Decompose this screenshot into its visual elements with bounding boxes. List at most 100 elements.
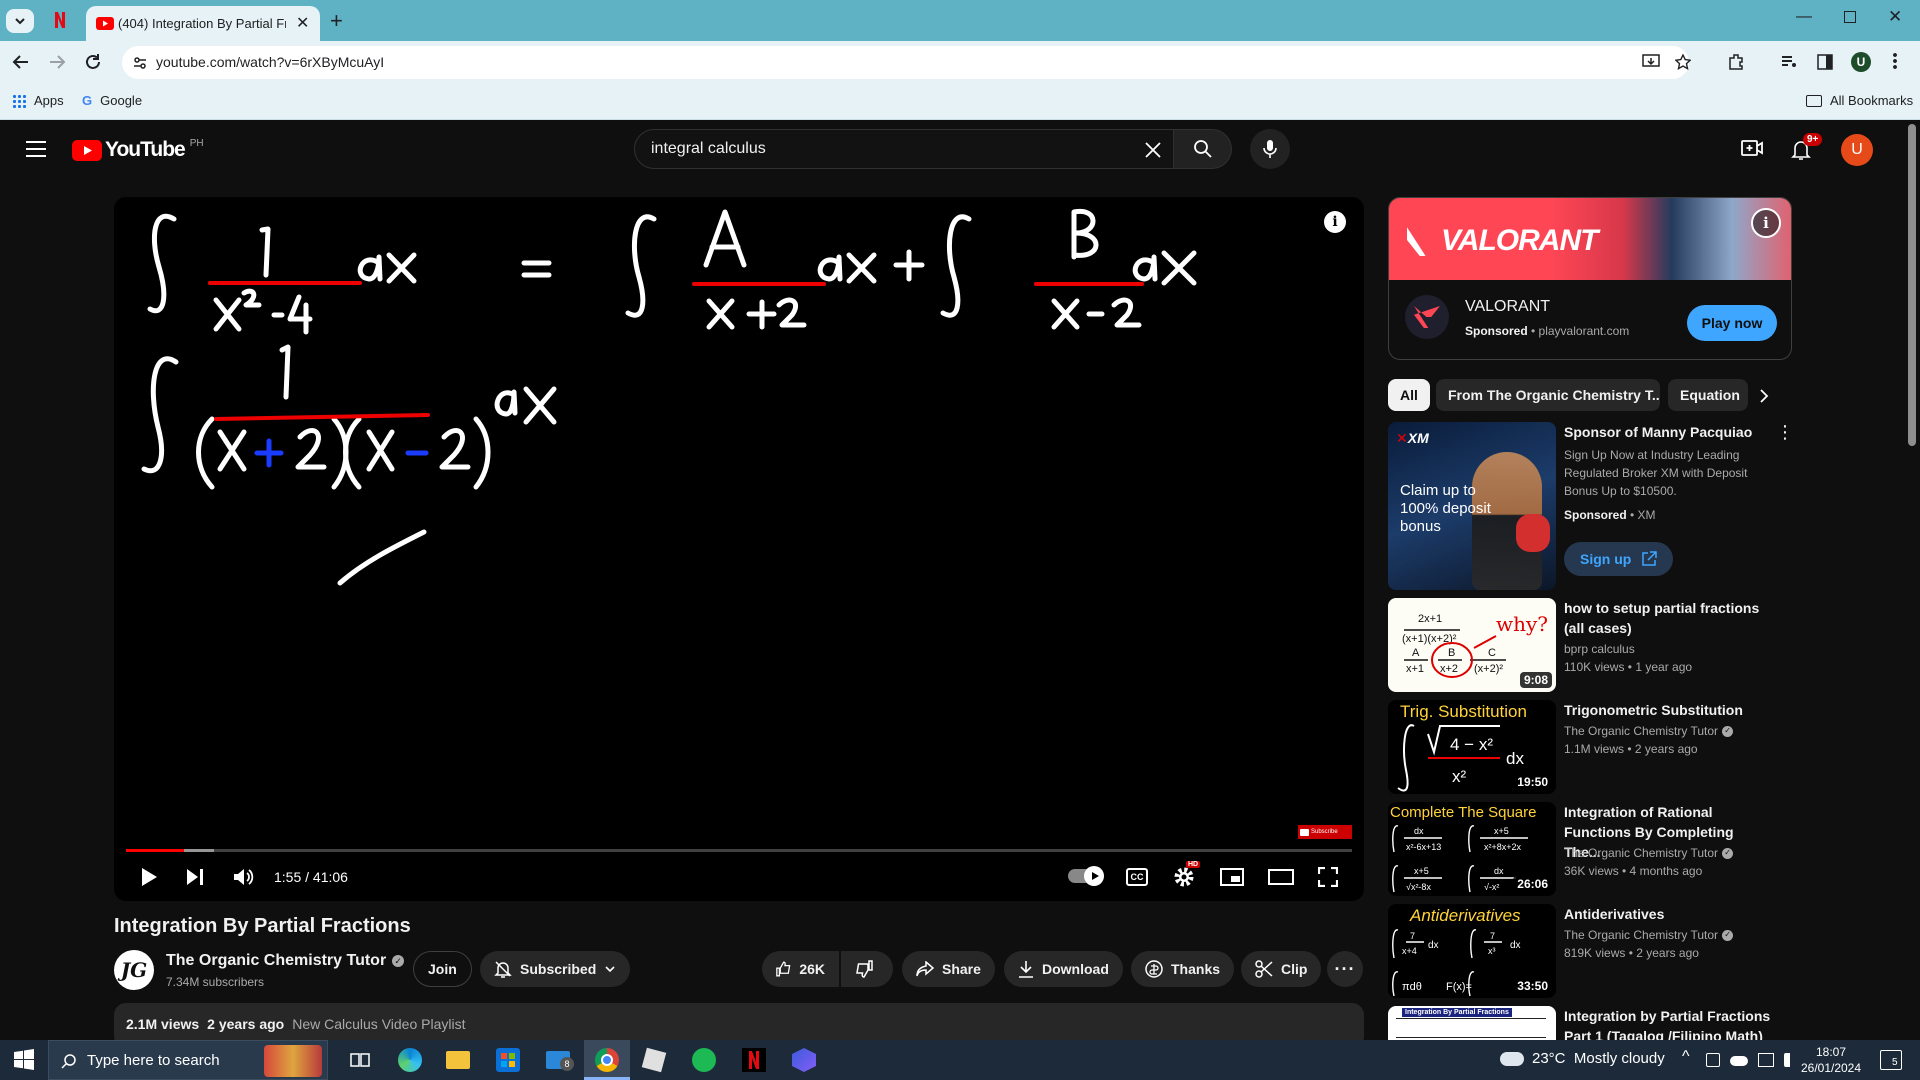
- tray-icons[interactable]: [1706, 1053, 1798, 1067]
- rec-thumbnail[interactable]: Complete The Square dx x²-6x+13 x+5 x²+8x+…: [1388, 802, 1556, 896]
- fullscreen-icon[interactable]: [1318, 867, 1338, 887]
- recommendation-video[interactable]: 2x+1 (x+1)(x+2)² Ax+1 Bx+2 C (x+2)² why? 9…: [1388, 598, 1920, 692]
- search-button[interactable]: [1174, 129, 1232, 169]
- weather-widget[interactable]: 23°C Mostly cloudy: [1500, 1050, 1665, 1067]
- show-hidden-icons[interactable]: ^: [1682, 1048, 1690, 1066]
- back-icon[interactable]: [12, 53, 30, 71]
- subscribed-button[interactable]: Subscribed: [480, 951, 631, 987]
- close-window-button[interactable]: ✕: [1888, 7, 1902, 27]
- install-app-icon[interactable]: [1642, 54, 1660, 70]
- site-info-icon[interactable]: [132, 55, 148, 71]
- account-avatar[interactable]: U: [1841, 134, 1873, 166]
- close-tab-icon[interactable]: ✕: [296, 13, 309, 33]
- clear-search-icon[interactable]: [1143, 140, 1163, 160]
- rec-thumbnail[interactable]: Trig. Substitution 4 − x² x² dx 19:50: [1388, 700, 1556, 794]
- media-control-icon[interactable]: [1780, 53, 1798, 71]
- miniplayer-icon[interactable]: [1220, 868, 1244, 886]
- reload-icon[interactable]: [84, 53, 102, 71]
- channel-name-row[interactable]: The Organic Chemistry Tutor ✓: [166, 952, 405, 970]
- youtube-logo[interactable]: YouTube PH: [72, 138, 204, 162]
- new-tab-button[interactable]: +: [330, 8, 343, 34]
- captions-icon[interactable]: CC: [1126, 868, 1148, 886]
- address-bar[interactable]: youtube.com/watch?v=6rXByMcuAyI: [122, 46, 1691, 79]
- taskbar-search-box[interactable]: Type here to search: [48, 1040, 328, 1080]
- chip-next-icon[interactable]: [1756, 388, 1772, 404]
- rec-thumbnail[interactable]: Antiderivatives 7 x+4 dx 7 x³ dx πdθ F(x)= 33…: [1388, 904, 1556, 998]
- chrome-menu-icon[interactable]: [1893, 52, 1897, 70]
- notifications-button[interactable]: 9+: [1789, 133, 1823, 163]
- taskbar-clock[interactable]: 18:07 26/01/2024: [1796, 1044, 1866, 1076]
- task-view-icon[interactable]: [348, 1048, 372, 1072]
- clip-button[interactable]: Clip: [1241, 951, 1322, 987]
- mail-icon[interactable]: 8: [546, 1051, 574, 1071]
- recommendation-video[interactable]: Integration By Partial Fractions Integra…: [1388, 1006, 1920, 1040]
- spotify-icon[interactable]: [692, 1048, 716, 1072]
- rec-more-icon[interactable]: ⋮: [1776, 422, 1794, 443]
- playlist-link[interactable]: New Calculus Video Playlist: [292, 1016, 465, 1032]
- chip-all[interactable]: All: [1388, 379, 1430, 411]
- settings-button[interactable]: HD: [1172, 861, 1201, 889]
- netflix-icon[interactable]: [742, 1048, 766, 1072]
- search-input[interactable]: integral calculus: [634, 129, 1174, 169]
- valorant-banner[interactable]: VALORANT i: [1389, 198, 1791, 280]
- sign-up-button[interactable]: Sign up: [1564, 542, 1674, 576]
- create-video-icon[interactable]: [1741, 138, 1763, 158]
- thanks-button[interactable]: Thanks: [1131, 951, 1235, 987]
- channel-avatar[interactable]: JG: [114, 950, 154, 990]
- join-button[interactable]: Join: [413, 951, 472, 987]
- restore-button[interactable]: [1844, 11, 1856, 23]
- profile-avatar[interactable]: U: [1851, 52, 1871, 72]
- next-video-icon[interactable]: [186, 868, 204, 886]
- windows-start-icon[interactable]: [12, 1048, 36, 1072]
- notification-center-button[interactable]: 5: [1880, 1050, 1902, 1070]
- extensions-icon[interactable]: [1727, 53, 1745, 71]
- more-actions-button[interactable]: ···: [1327, 951, 1363, 987]
- bookmark-star-icon[interactable]: [1675, 54, 1691, 70]
- edge-browser-icon[interactable]: [398, 1048, 422, 1072]
- rec-thumbnail[interactable]: 2x+1 (x+1)(x+2)² Ax+1 Bx+2 C (x+2)² why? 9…: [1388, 598, 1556, 692]
- rec-ad-sponsor-line: Sponsored • XM: [1564, 508, 1656, 522]
- download-button[interactable]: Download: [1004, 951, 1123, 987]
- theater-mode-icon[interactable]: [1268, 869, 1294, 885]
- bookmark-apps[interactable]: Apps: [12, 93, 64, 108]
- roblox-icon[interactable]: [641, 1047, 667, 1073]
- voice-search-button[interactable]: [1250, 129, 1290, 169]
- all-bookmarks[interactable]: All Bookmarks: [1806, 93, 1913, 108]
- rec-thumbnail[interactable]: Integration By Partial Fractions: [1388, 1006, 1556, 1040]
- share-button[interactable]: Share: [902, 951, 995, 987]
- app-icon[interactable]: [792, 1048, 816, 1072]
- video-info-icon[interactable]: i: [1324, 211, 1346, 233]
- progress-bar[interactable]: [126, 849, 1352, 852]
- dislike-button[interactable]: [841, 951, 893, 987]
- hamburger-menu-icon[interactable]: [26, 141, 46, 157]
- minimize-button[interactable]: —: [1796, 8, 1812, 26]
- chrome-taskbar-button[interactable]: [584, 1040, 630, 1080]
- volume-icon[interactable]: [232, 866, 254, 888]
- recommendation-video[interactable]: Trig. Substitution 4 − x² x² dx 19:50 Trig…: [1388, 700, 1920, 794]
- recommendation-sponsored-xm[interactable]: ✕XM Claim up to 100% deposit bonus Spons…: [1388, 422, 1920, 590]
- microsoft-store-icon[interactable]: [496, 1048, 520, 1072]
- chip-equation[interactable]: Equation: [1668, 379, 1748, 411]
- thanks-label: Thanks: [1171, 961, 1221, 977]
- pinned-tab-netflix[interactable]: [50, 10, 70, 30]
- tab-search-button[interactable]: [6, 9, 34, 33]
- bookmark-google[interactable]: G Google: [82, 93, 142, 108]
- tab-youtube-video[interactable]: (404) Integration By Partial Frac ✕: [86, 6, 320, 41]
- page-scrollbar-thumb[interactable]: [1908, 124, 1916, 446]
- rec-thumbnail[interactable]: ✕XM Claim up to 100% deposit bonus: [1388, 422, 1556, 590]
- chip-from-channel[interactable]: From The Organic Chemistry T...: [1436, 379, 1660, 411]
- ad-info-icon[interactable]: i: [1751, 208, 1781, 238]
- file-explorer-icon[interactable]: [446, 1051, 470, 1069]
- like-button[interactable]: 26K: [762, 951, 839, 987]
- taskbar-search-placeholder: Type here to search: [87, 1052, 220, 1069]
- recommendation-video[interactable]: Antiderivatives 7 x+4 dx 7 x³ dx πdθ F(x)= 33…: [1388, 904, 1920, 998]
- subscribe-watermark[interactable]: Subscribe: [1298, 825, 1352, 839]
- forward-icon[interactable]: [48, 53, 66, 71]
- side-panel-icon[interactable]: [1816, 53, 1834, 71]
- sponsored-ad-card[interactable]: VALORANT i VALORANT Sponsored • playvalo…: [1388, 197, 1792, 360]
- video-player[interactable]: i Subscribe 1:55 / 41:06 CC HD: [114, 197, 1364, 901]
- autoplay-toggle[interactable]: [1068, 866, 1104, 886]
- play-now-button[interactable]: Play now: [1687, 305, 1777, 341]
- recommendation-video[interactable]: Complete The Square dx x²-6x+13 x+5 x²+8x+…: [1388, 802, 1920, 896]
- play-icon[interactable]: [140, 867, 158, 887]
